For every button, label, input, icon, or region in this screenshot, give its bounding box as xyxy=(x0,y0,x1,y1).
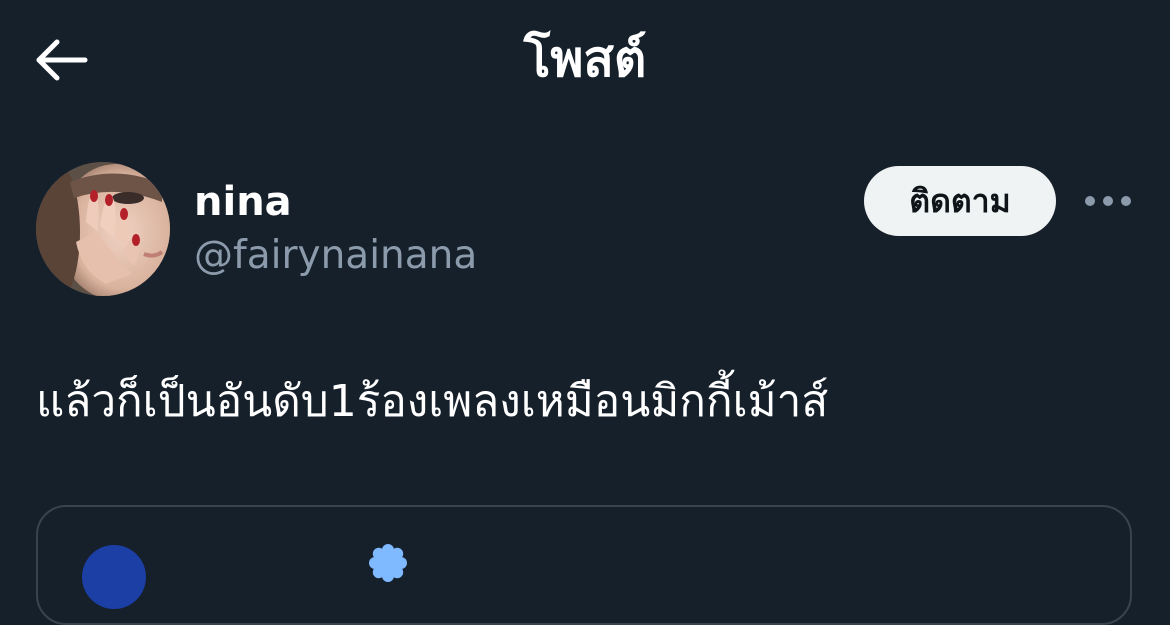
verified-badge-icon xyxy=(369,544,407,582)
post-text: แล้วก็เป็นอันดับ1ร้องเพลงเหมือนมิกกี้เม้… xyxy=(36,376,829,427)
page-title: โพสต์ xyxy=(523,30,647,88)
avatar[interactable] xyxy=(36,162,170,296)
author-display-name[interactable]: nina xyxy=(194,176,292,228)
ellipsis-icon xyxy=(1085,196,1095,206)
ellipsis-icon xyxy=(1103,196,1113,206)
top-bar: โพสต์ xyxy=(0,0,1170,120)
follow-button[interactable]: ติดตาม xyxy=(864,166,1056,236)
quoted-post-avatar[interactable] xyxy=(82,545,146,609)
quoted-post-card[interactable] xyxy=(36,505,1132,625)
avatar-photo xyxy=(36,162,170,296)
author-handle[interactable]: @fairynainana xyxy=(194,230,477,282)
ellipsis-icon xyxy=(1121,196,1131,206)
more-options-button[interactable] xyxy=(1080,184,1136,218)
quoted-post-author-name[interactable] xyxy=(154,541,354,581)
